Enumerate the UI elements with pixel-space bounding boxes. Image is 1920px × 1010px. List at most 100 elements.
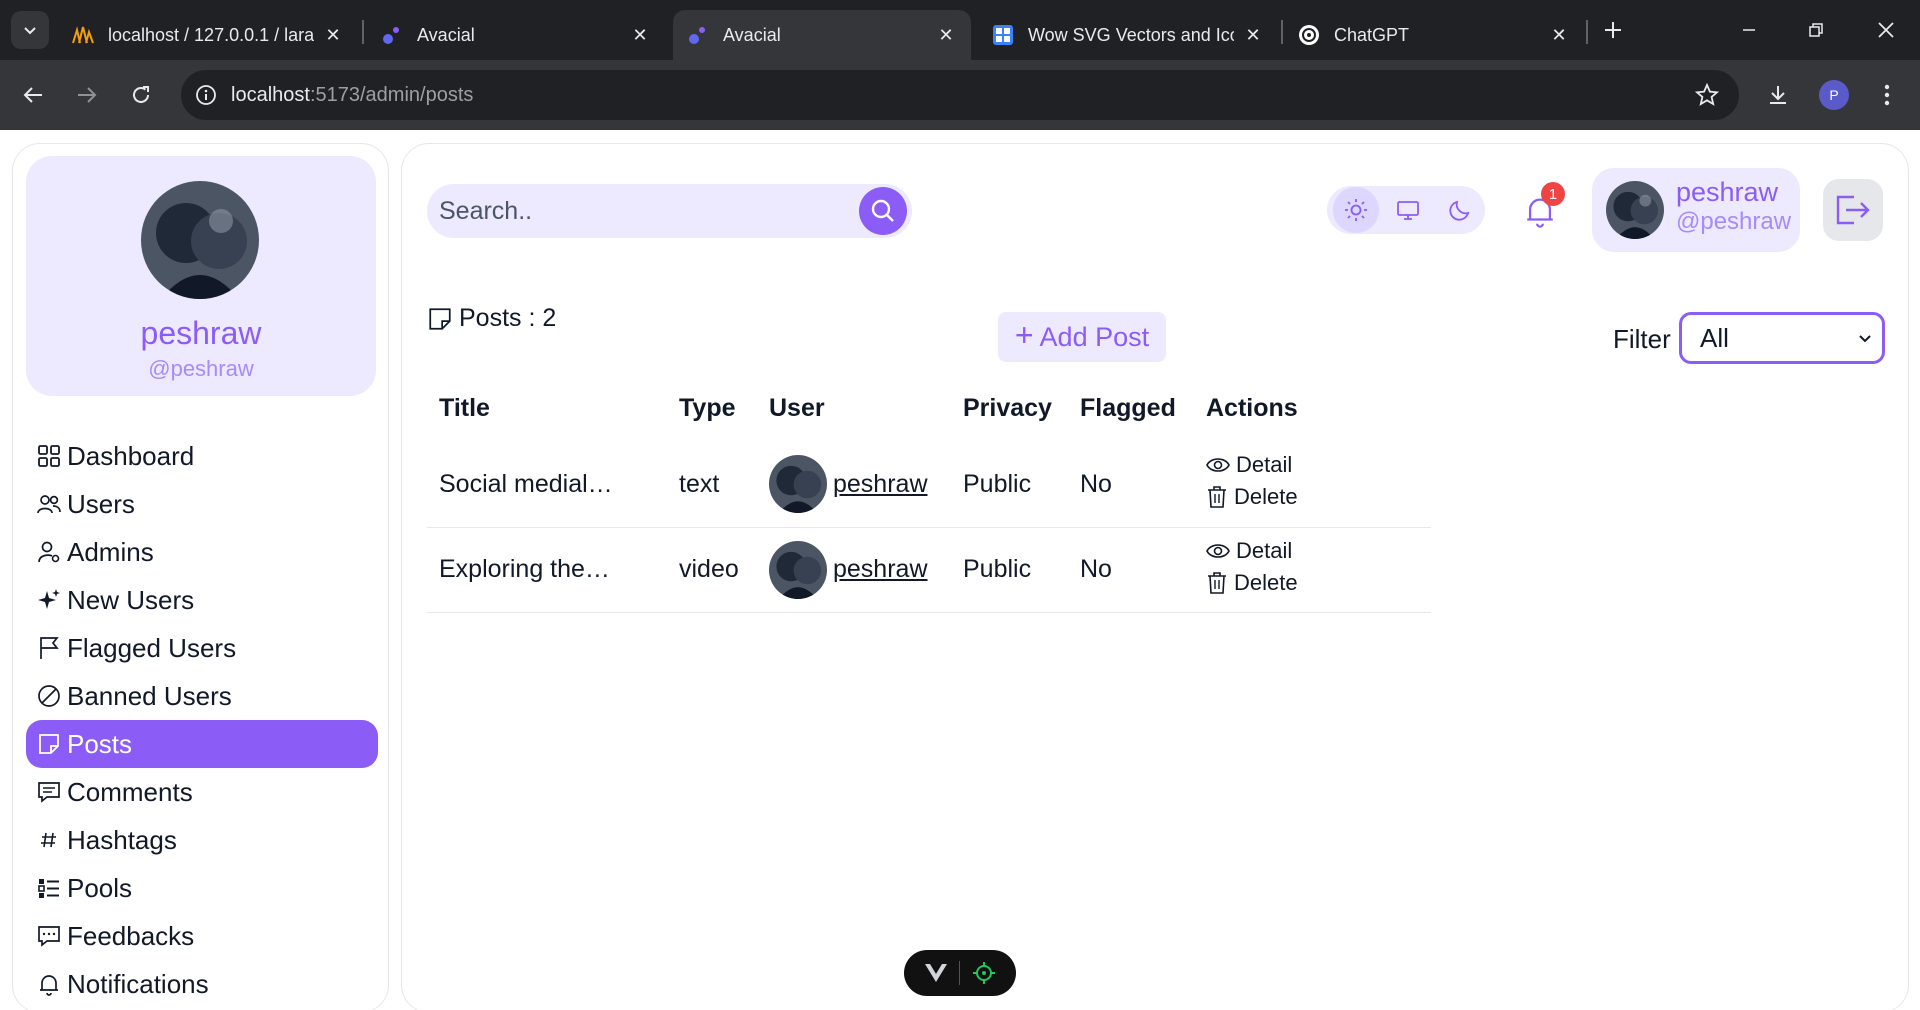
post-flagged: No [1068,527,1194,613]
sidebar-item-feedbacks[interactable]: Feedbacks [26,912,378,960]
browser-profile-avatar[interactable]: P [1819,80,1849,110]
ban-icon [36,684,61,709]
eye-icon [1206,543,1230,558]
logout-button[interactable] [1823,179,1883,241]
column-header: Privacy [963,393,1052,422]
close-icon[interactable]: ✕ [629,24,651,46]
browser-tab[interactable]: ChatGPT ✕ [1284,10,1584,60]
sidebar-item-flagged-users[interactable]: Flagged Users [26,624,378,672]
user-profile-chip[interactable]: peshraw @peshraw [1592,168,1800,252]
list-check-icon [36,876,61,901]
detail-button[interactable]: Detail [1206,538,1292,564]
sidebar-item-notifications[interactable]: Notifications [26,960,378,1008]
post-actions: Detail Delete [1194,527,1431,613]
eye-icon [1206,458,1230,473]
user-link[interactable]: peshraw [833,555,928,584]
light-theme-button[interactable] [1333,187,1379,233]
browser-tab[interactable]: localhost / 127.0.0.1 / laravel ✕ [58,10,358,60]
search-button[interactable] [859,187,907,235]
close-icon[interactable]: ✕ [1548,24,1570,46]
post-title: Exploring the… [427,527,667,613]
sidebar-item-hashtags[interactable]: Hashtags [26,816,378,864]
tab-title: Wow SVG Vectors and Icons [1028,24,1234,45]
dashboard-icon [36,444,61,469]
site-info-icon[interactable] [181,84,231,106]
forward-button[interactable] [68,76,106,114]
arrow-left-icon [23,87,42,103]
sidebar-item-label: New Users [67,584,195,615]
restore-button[interactable] [1796,12,1836,48]
plus-icon: + [1014,317,1034,353]
tab-title: localhost / 127.0.0.1 / laravel [108,24,314,45]
sidebar-item-pools[interactable]: Pools [26,864,378,912]
sidebar-item-dashboard[interactable]: Dashboard [26,432,378,480]
close-icon[interactable]: ✕ [935,24,957,46]
detail-button[interactable]: Detail [1206,452,1292,478]
close-icon[interactable]: ✕ [322,24,344,46]
chevron-down-icon [1859,335,1871,343]
filter-select[interactable]: All [1679,312,1885,364]
close-icon[interactable]: ✕ [1242,24,1264,46]
address-bar[interactable]: localhost:5173/admin/posts [181,70,1739,120]
column-header: Title [439,393,490,422]
bookmark-star-icon[interactable] [1694,82,1720,112]
posts-table: Title Type User Privacy Flagged Actions … [427,374,1431,613]
sidebar-item-admins[interactable]: Admins [26,528,378,576]
browser-tab[interactable]: Wow SVG Vectors and Icons ✕ [978,10,1278,60]
dark-theme-button[interactable] [1437,187,1483,233]
sidebar-item-posts[interactable]: Posts [26,720,378,768]
column-header: User [769,393,825,422]
minimize-button[interactable] [1729,12,1769,48]
add-post-button[interactable]: + Add Post [998,312,1166,362]
sidebar-item-label: Hashtags [67,824,177,855]
sidebar-item-banned-users[interactable]: Banned Users [26,672,378,720]
table-row: Exploring the… video peshraw Public No D [427,527,1431,613]
chevron-down-icon [24,27,36,35]
delete-button[interactable]: Delete [1206,484,1298,510]
detail-label: Detail [1236,537,1293,563]
chatgpt-icon [1298,24,1320,46]
profile-card[interactable]: peshraw @peshraw [26,156,376,396]
downloads-button[interactable] [1759,76,1797,114]
new-tab-button[interactable] [1597,14,1629,46]
notifications-button[interactable]: 1 [1517,182,1565,234]
browser-tab[interactable]: Avacial ✕ [367,10,665,60]
sidebar-item-label: Dashboard [67,440,195,471]
sidebar-item-label: Comments [67,776,193,807]
avatar [1606,181,1664,239]
browser-menu-button[interactable] [1868,76,1906,114]
sun-icon [1345,199,1367,221]
trash-icon [1208,571,1226,594]
trash-icon [1208,486,1226,509]
sidebar-item-new-users[interactable]: New Users [26,576,378,624]
back-button[interactable] [14,76,52,114]
vue-devtools-toggle[interactable] [904,950,1016,996]
avacial-icon [687,24,709,46]
tab-search-button[interactable] [11,11,49,49]
post-flagged: No [1068,442,1194,528]
system-theme-button[interactable] [1385,187,1431,233]
sidebar-item-users[interactable]: Users [26,480,378,528]
posts-count-label: Posts : 2 [459,304,557,332]
browser-tab-active[interactable]: Avacial ✕ [673,10,971,60]
minimize-icon [1743,29,1755,31]
page-content: peshraw @peshraw Dashboard Users Admins … [0,130,1920,1010]
url-text: localhost:5173/admin/posts [231,83,474,106]
crosshair-icon [973,962,996,984]
avatar [769,455,827,514]
tab-separator [1281,20,1283,44]
search-input[interactable] [439,196,839,226]
close-window-button[interactable] [1866,12,1906,48]
sidebar-nav: Dashboard Users Admins New Users Flagged… [26,432,378,1008]
profile-handle: @peshraw [148,356,254,381]
delete-button[interactable]: Delete [1206,570,1298,596]
reload-button[interactable] [122,76,160,114]
user-link[interactable]: peshraw [833,470,928,499]
sidebar-item-comments[interactable]: Comments [26,768,378,816]
monitor-icon [1397,201,1419,220]
sidebar-item-label: Pools [67,872,133,903]
search-bar [427,184,912,238]
post-title: Social medial… [427,442,667,528]
filter-label: Filter [1613,324,1671,354]
reload-icon [133,86,149,103]
